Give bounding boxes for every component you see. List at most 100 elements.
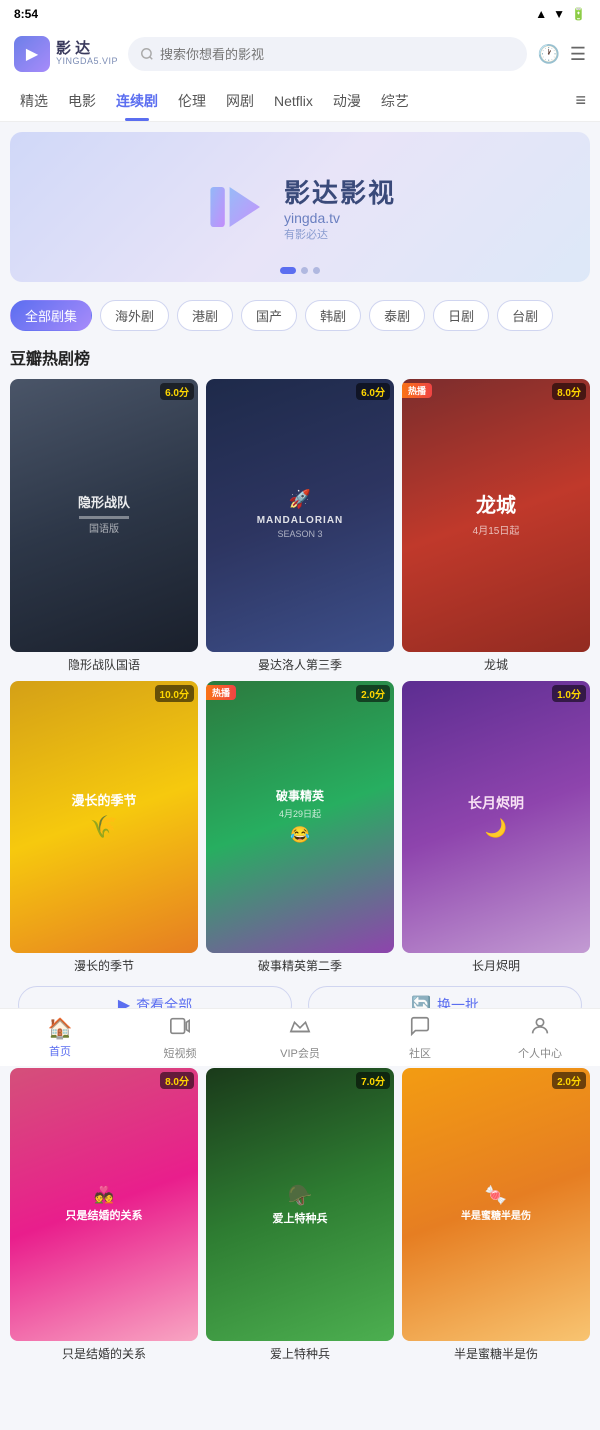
nav-vip-label: VIP会员 bbox=[280, 1045, 320, 1061]
genre-kr[interactable]: 韩剧 bbox=[305, 300, 361, 331]
logo-text: 影 达 YINGDA5.VIP bbox=[56, 41, 118, 67]
search-bar[interactable] bbox=[128, 37, 527, 71]
hot-card-img-1: 💑 只是结婚的关系 bbox=[10, 1068, 198, 1341]
hot-card-wrap-1: 💑 只是结婚的关系 8.0分 只是结婚的关系 bbox=[10, 1068, 198, 1362]
banner-brand-en: yingda.tv bbox=[284, 210, 396, 226]
card-img-1: 隐形战队 国语版 bbox=[10, 379, 198, 652]
card-img-3: 龙城 4月15日起 bbox=[402, 379, 590, 652]
card-wrap-4: 漫长的季节 🌾 10.0分 漫长的季节 bbox=[10, 681, 198, 975]
card-badge-5: 热播 bbox=[206, 685, 236, 700]
genre-cn[interactable]: 国产 bbox=[241, 300, 297, 331]
card-wrap-3: 龙城 4月15日起 8.0分 热播 龙城 bbox=[402, 379, 590, 673]
header-icons: 🕐 ☰ bbox=[537, 44, 586, 65]
search-input[interactable] bbox=[160, 47, 515, 62]
tab-netflix[interactable]: Netflix bbox=[264, 83, 323, 119]
logo-name: 影 达 bbox=[56, 41, 118, 58]
card-6[interactable]: 长月烬明 🌙 1.0分 bbox=[402, 681, 590, 954]
hot-card-wrap-2: 🪖 爱上特种兵 7.0分 爱上特种兵 bbox=[206, 1068, 394, 1362]
card-wrap-2: 🚀 MANDALORIAN SEASON 3 6.0分 曼达洛人第三季 bbox=[206, 379, 394, 673]
video-icon bbox=[169, 1015, 191, 1043]
banner-dot-2 bbox=[313, 267, 320, 274]
card-score-4: 10.0分 bbox=[155, 685, 194, 702]
banner-dot-1 bbox=[301, 267, 308, 274]
card-title-2: 曼达洛人第三季 bbox=[206, 656, 394, 673]
hot-card-title-3: 半是蜜糖半是伤 bbox=[402, 1345, 590, 1362]
card-wrap-1: 隐形战队 国语版 6.0分 隐形战队国语 bbox=[10, 379, 198, 673]
nav-vip[interactable]: VIP会员 bbox=[240, 1009, 360, 1066]
card-score-3: 8.0分 bbox=[552, 383, 586, 400]
menu-icon[interactable]: ☰ bbox=[570, 44, 586, 65]
card-img-5: 破事精英 4月29日起 😂 bbox=[206, 681, 394, 954]
card-title-4: 漫长的季节 bbox=[10, 957, 198, 974]
banner-slogan: 有影必达 bbox=[284, 226, 396, 242]
nav-shortvideo[interactable]: 短视频 bbox=[120, 1009, 240, 1066]
card-badge-3: 热播 bbox=[402, 383, 432, 398]
card-title-3: 龙城 bbox=[402, 656, 590, 673]
nav-home-label: 首页 bbox=[49, 1043, 71, 1059]
douban-section: 豆瓣热剧榜 隐形战队 国语版 6.0分 隐形战队国语 bbox=[0, 345, 600, 1024]
hot-card-score-2: 7.0分 bbox=[356, 1072, 390, 1089]
search-icon bbox=[140, 47, 154, 61]
card-3[interactable]: 龙城 4月15日起 8.0分 热播 bbox=[402, 379, 590, 652]
nav-community-label: 社区 bbox=[409, 1045, 431, 1061]
card-title-1: 隐形战队国语 bbox=[10, 656, 198, 673]
card-score-2: 6.0分 bbox=[356, 383, 390, 400]
card-wrap-5: 破事精英 4月29日起 😂 2.0分 热播 破事精英第二季 bbox=[206, 681, 394, 975]
hot-card-2[interactable]: 🪖 爱上特种兵 7.0分 bbox=[206, 1068, 394, 1341]
signal-icon: ▲ bbox=[535, 7, 547, 21]
card-2[interactable]: 🚀 MANDALORIAN SEASON 3 6.0分 bbox=[206, 379, 394, 652]
nav-community[interactable]: 社区 bbox=[360, 1009, 480, 1066]
card-title-6: 长月烬明 bbox=[402, 957, 590, 974]
genre-th[interactable]: 泰剧 bbox=[369, 300, 425, 331]
banner-logo-area: 影达影视 yingda.tv 有影必达 bbox=[204, 173, 396, 242]
douban-title: 豆瓣热剧榜 bbox=[10, 345, 590, 369]
header: 影 达 YINGDA5.VIP 🕐 ☰ bbox=[0, 28, 600, 80]
banner-brand-cn: 影达影视 bbox=[284, 173, 396, 210]
history-icon[interactable]: 🕐 bbox=[537, 44, 559, 65]
nav-more-icon[interactable]: ≡ bbox=[571, 80, 590, 121]
banner: 影达影视 yingda.tv 有影必达 bbox=[10, 132, 590, 282]
tab-jingxuan[interactable]: 精选 bbox=[10, 81, 58, 121]
nav-profile-label: 个人中心 bbox=[518, 1045, 562, 1061]
tab-wangju[interactable]: 网剧 bbox=[216, 81, 264, 121]
banner-brand-text: 影达影视 yingda.tv 有影必达 bbox=[284, 173, 396, 242]
status-icons: ▲ ▼ 🔋 bbox=[535, 7, 586, 21]
genre-tw[interactable]: 台剧 bbox=[497, 300, 553, 331]
genre-tabs: 全部剧集 海外剧 港剧 国产 韩剧 泰剧 日剧 台剧 bbox=[0, 292, 600, 339]
tab-lianxuju[interactable]: 连续剧 bbox=[106, 81, 168, 121]
hot-card-img-3: 🍬 半是蜜糖半是伤 bbox=[402, 1068, 590, 1341]
hot-card-title-1: 只是结婚的关系 bbox=[10, 1345, 198, 1362]
bottom-nav: 🏠 首页 短视频 VIP会员 社区 个人中心 bbox=[0, 1008, 600, 1066]
nav-shortvideo-label: 短视频 bbox=[164, 1045, 197, 1061]
genre-overseas[interactable]: 海外剧 bbox=[100, 300, 169, 331]
logo-sub: YINGDA5.VIP bbox=[56, 57, 118, 67]
hot-card-score-1: 8.0分 bbox=[160, 1072, 194, 1089]
tab-lunli[interactable]: 伦理 bbox=[168, 81, 216, 121]
genre-hk[interactable]: 港剧 bbox=[177, 300, 233, 331]
card-4[interactable]: 漫长的季节 🌾 10.0分 bbox=[10, 681, 198, 954]
wifi-icon: ▼ bbox=[553, 7, 565, 21]
tab-zongyi[interactable]: 综艺 bbox=[371, 81, 419, 121]
nav-tabs: 精选 电影 连续剧 伦理 网剧 Netflix 动漫 综艺 ≡ bbox=[0, 80, 600, 122]
nav-profile[interactable]: 个人中心 bbox=[480, 1009, 600, 1066]
tab-dongman[interactable]: 动漫 bbox=[323, 81, 371, 121]
logo-icon bbox=[14, 36, 50, 72]
card-1[interactable]: 隐形战队 国语版 6.0分 bbox=[10, 379, 198, 652]
card-5[interactable]: 破事精英 4月29日起 😂 2.0分 热播 bbox=[206, 681, 394, 954]
hot-card-1[interactable]: 💑 只是结婚的关系 8.0分 bbox=[10, 1068, 198, 1341]
battery-icon: 🔋 bbox=[571, 7, 586, 21]
community-icon bbox=[409, 1015, 431, 1043]
logo: 影 达 YINGDA5.VIP bbox=[14, 36, 118, 72]
nav-home[interactable]: 🏠 首页 bbox=[0, 1009, 120, 1066]
status-bar: 8:54 ▲ ▼ 🔋 bbox=[0, 0, 600, 28]
profile-icon bbox=[529, 1015, 551, 1043]
hot-card-3[interactable]: 🍬 半是蜜糖半是伤 2.0分 bbox=[402, 1068, 590, 1341]
card-img-6: 长月烬明 🌙 bbox=[402, 681, 590, 954]
card-img-2: 🚀 MANDALORIAN SEASON 3 bbox=[206, 379, 394, 652]
genre-all[interactable]: 全部剧集 bbox=[10, 300, 92, 331]
card-wrap-6: 长月烬明 🌙 1.0分 长月烬明 bbox=[402, 681, 590, 975]
genre-jp[interactable]: 日剧 bbox=[433, 300, 489, 331]
tab-dianying[interactable]: 电影 bbox=[58, 81, 106, 121]
douban-grid: 隐形战队 国语版 6.0分 隐形战队国语 🚀 MANDALORIAN SEASO… bbox=[10, 379, 590, 974]
banner-dots bbox=[280, 267, 320, 274]
